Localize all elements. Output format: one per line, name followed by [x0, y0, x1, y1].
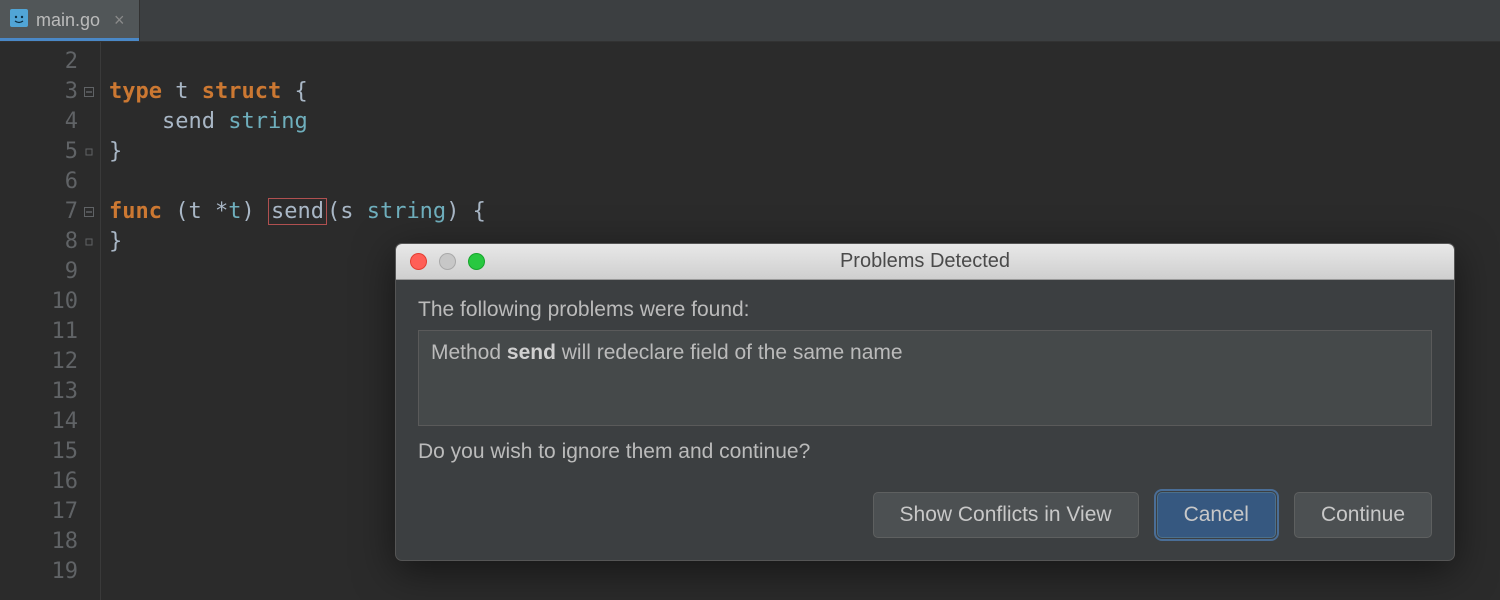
line-number: 2	[0, 47, 78, 77]
code-line	[109, 167, 1500, 197]
line-number: 3	[0, 77, 78, 107]
line-number: 12	[0, 347, 78, 377]
dialog-body: The following problems were found: Metho…	[396, 280, 1454, 560]
gutter: 2345678910111213141516171819	[0, 42, 100, 600]
line-number: 9	[0, 257, 78, 287]
line-number: 10	[0, 287, 78, 317]
fold-close-icon[interactable]	[82, 137, 96, 167]
line-number: 15	[0, 437, 78, 467]
cancel-button[interactable]: Cancel	[1157, 492, 1276, 538]
code-line	[109, 47, 1500, 77]
problems-list[interactable]: Method send will redeclare field of the …	[418, 330, 1432, 426]
code-line: send string	[109, 107, 1500, 137]
fold-open-icon[interactable]	[82, 77, 96, 107]
continue-button[interactable]: Continue	[1294, 492, 1432, 538]
line-number: 18	[0, 527, 78, 557]
line-number: 6	[0, 167, 78, 197]
code-line: type t struct {	[109, 77, 1500, 107]
line-number: 13	[0, 377, 78, 407]
line-number: 8	[0, 227, 78, 257]
line-number: 11	[0, 317, 78, 347]
code-line: }	[109, 137, 1500, 167]
line-number: 7	[0, 197, 78, 227]
dialog-question: Do you wish to ignore them and continue?	[418, 440, 1432, 464]
line-number: 5	[0, 137, 78, 167]
line-number: 16	[0, 467, 78, 497]
tab-main-go[interactable]: main.go ×	[0, 0, 140, 41]
tab-label: main.go	[36, 10, 100, 31]
line-number: 19	[0, 557, 78, 587]
go-file-icon	[10, 9, 28, 32]
code-line: func (t *t) send(s string) {	[109, 197, 1500, 227]
highlighted-method-name: send	[268, 198, 327, 225]
tab-active-underline	[0, 38, 139, 41]
dialog-title: Problems Detected	[396, 250, 1454, 273]
dialog-buttons: Show Conflicts in View Cancel Continue	[418, 492, 1432, 538]
line-number: 17	[0, 497, 78, 527]
show-conflicts-button[interactable]: Show Conflicts in View	[873, 492, 1139, 538]
tab-close-icon[interactable]: ×	[114, 10, 125, 31]
tab-bar: main.go ×	[0, 0, 1500, 42]
line-number: 14	[0, 407, 78, 437]
dialog-titlebar[interactable]: Problems Detected	[396, 244, 1454, 280]
problems-label: The following problems were found:	[418, 298, 1432, 322]
problems-dialog: Problems Detected The following problems…	[395, 243, 1455, 561]
line-number: 4	[0, 107, 78, 137]
fold-close-icon[interactable]	[82, 227, 96, 257]
fold-open-icon[interactable]	[82, 197, 96, 227]
